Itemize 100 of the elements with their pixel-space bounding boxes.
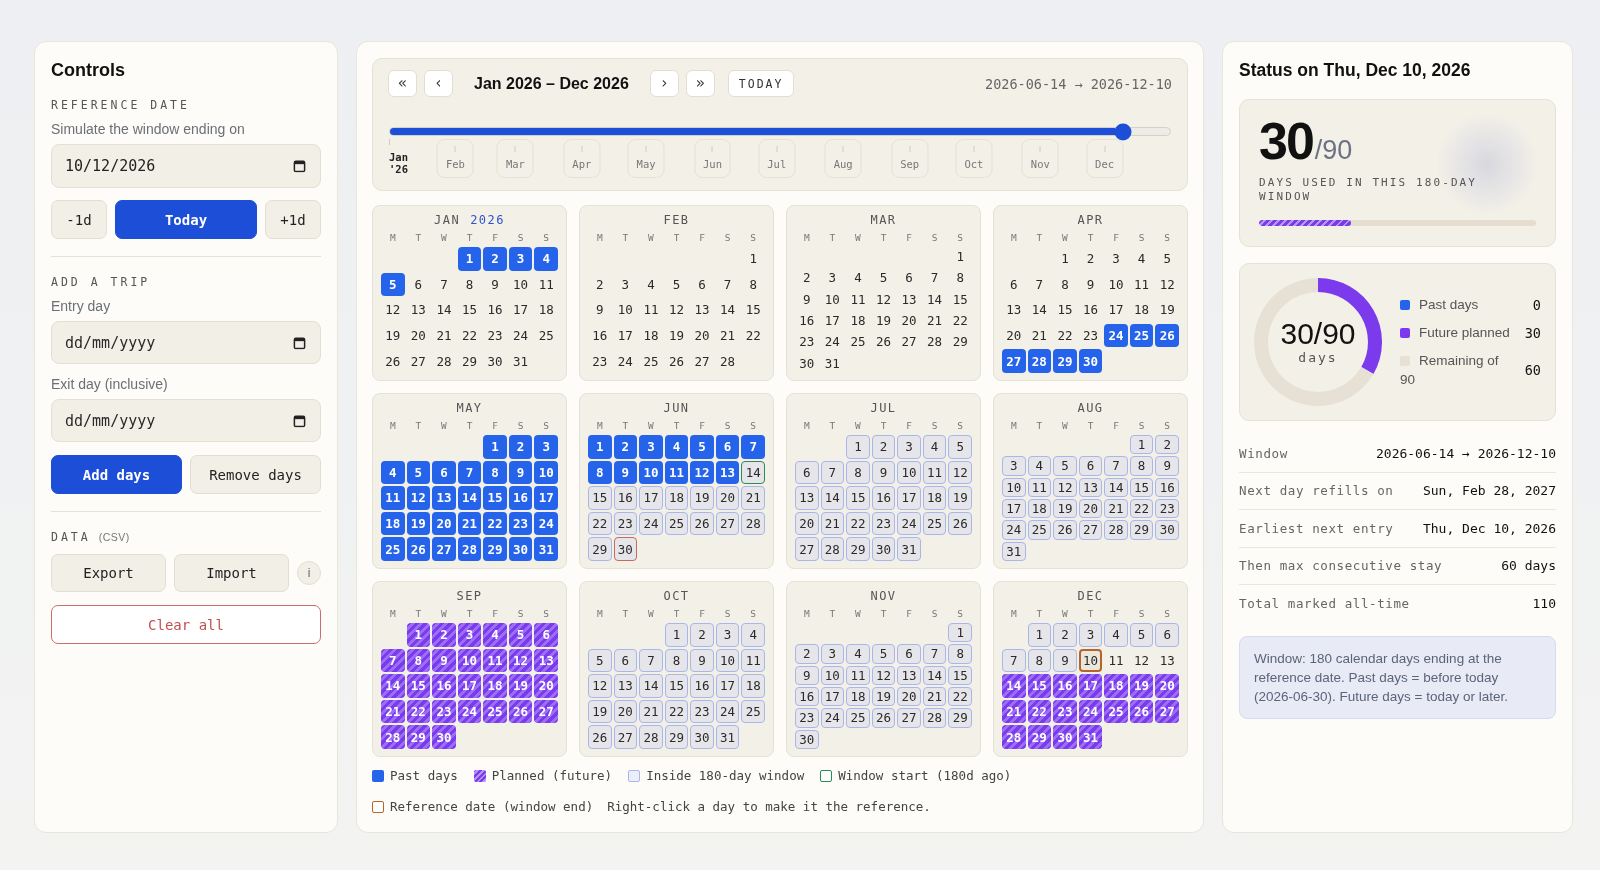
calendar-day[interactable]: 10 bbox=[534, 460, 558, 485]
calendar-day[interactable]: 15 bbox=[948, 289, 972, 309]
calendar-day[interactable]: 29 bbox=[948, 332, 972, 352]
calendar-day[interactable]: 4 bbox=[639, 272, 663, 297]
calendar-day[interactable]: 29 bbox=[846, 537, 870, 561]
calendar-day[interactable]: 20 bbox=[406, 323, 431, 348]
calendar-day[interactable]: 1 bbox=[457, 247, 482, 271]
calendar-day[interactable]: 26 bbox=[406, 537, 431, 561]
calendar-day[interactable]: 8 bbox=[406, 648, 431, 673]
calendar-day[interactable]: 21 bbox=[457, 511, 482, 536]
calendar-day[interactable]: 18 bbox=[922, 486, 947, 510]
calendar-day[interactable]: 13 bbox=[795, 486, 819, 510]
calendar-day[interactable]: 7 bbox=[1104, 456, 1128, 476]
calendar-day[interactable]: 11 bbox=[846, 665, 870, 685]
calendar-day[interactable]: 14 bbox=[1104, 477, 1128, 497]
calendar-day[interactable]: 19 bbox=[588, 699, 612, 724]
calendar-day[interactable]: 23 bbox=[690, 699, 714, 724]
calendar-day[interactable]: 27 bbox=[897, 708, 921, 728]
calendar-day[interactable]: 12 bbox=[1155, 272, 1179, 297]
calendar-day[interactable]: 25 bbox=[741, 699, 765, 724]
calendar-day[interactable]: 23 bbox=[871, 511, 896, 536]
calendar-day[interactable]: 8 bbox=[846, 460, 870, 485]
calendar-day[interactable]: 12 bbox=[690, 460, 714, 485]
calendar-day[interactable]: 11 bbox=[639, 298, 663, 322]
calendar-day[interactable]: 11 bbox=[483, 648, 507, 673]
calendar-day[interactable]: 23 bbox=[432, 699, 456, 724]
calendar-day[interactable]: 5 bbox=[1129, 623, 1154, 647]
calendar-day[interactable]: 21 bbox=[1027, 323, 1052, 348]
calendar-day[interactable]: 4 bbox=[381, 460, 405, 485]
calendar-day[interactable]: 23 bbox=[588, 349, 612, 373]
calendar-day[interactable]: 16 bbox=[795, 311, 819, 331]
plus-day-button[interactable]: +1d bbox=[265, 200, 321, 239]
calendar-day[interactable]: 25 bbox=[846, 708, 870, 728]
calendar-day[interactable]: 21 bbox=[820, 511, 845, 536]
calendar-day[interactable]: 28 bbox=[381, 725, 405, 749]
calendar-day[interactable]: 16 bbox=[1155, 477, 1179, 497]
calendar-day[interactable]: 27 bbox=[1002, 349, 1026, 373]
nav-button[interactable]: « bbox=[388, 70, 417, 97]
calendar-day[interactable]: 23 bbox=[483, 323, 507, 348]
calendar-day[interactable]: 4 bbox=[1129, 247, 1154, 271]
calendar-day[interactable]: 12 bbox=[508, 648, 533, 673]
calendar-day[interactable]: 9 bbox=[871, 460, 896, 485]
calendar-day[interactable]: 5 bbox=[1053, 456, 1077, 476]
calendar-day[interactable]: 6 bbox=[613, 648, 638, 673]
calendar-day[interactable]: 15 bbox=[1027, 674, 1052, 698]
calendar-day[interactable]: 19 bbox=[664, 323, 689, 348]
calendar-day[interactable]: 7 bbox=[922, 644, 947, 664]
calendar-day[interactable]: 17 bbox=[457, 674, 482, 698]
calendar-day[interactable]: 6 bbox=[1155, 623, 1179, 647]
calendar-day[interactable]: 19 bbox=[381, 323, 405, 348]
calendar-day[interactable]: 9 bbox=[795, 665, 819, 685]
calendar-day[interactable]: 26 bbox=[871, 708, 896, 728]
calendar-day[interactable]: 20 bbox=[897, 311, 921, 331]
calendar-day[interactable]: 28 bbox=[922, 708, 947, 728]
calendar-day[interactable]: 21 bbox=[1104, 499, 1128, 519]
calendar-day[interactable]: 27 bbox=[690, 349, 714, 373]
calendar-day[interactable]: 17 bbox=[534, 486, 558, 510]
calendar-day[interactable]: 24 bbox=[715, 699, 740, 724]
calendar-day[interactable]: 24 bbox=[1002, 520, 1026, 540]
calendar-day[interactable]: 29 bbox=[948, 708, 972, 728]
calendar-day[interactable]: 16 bbox=[690, 674, 714, 698]
calendar-day[interactable]: 20 bbox=[715, 486, 740, 510]
calendar-day[interactable]: 5 bbox=[871, 268, 896, 288]
calendar-day[interactable]: 20 bbox=[1155, 674, 1179, 698]
calendar-day[interactable]: 22 bbox=[588, 511, 612, 536]
calendar-day[interactable]: 24 bbox=[534, 511, 558, 536]
calendar-day[interactable]: 7 bbox=[922, 268, 947, 288]
calendar-day[interactable]: 14 bbox=[381, 674, 405, 698]
calendar-day[interactable]: 15 bbox=[406, 674, 431, 698]
calendar-day[interactable]: 21 bbox=[922, 687, 947, 707]
minus-day-button[interactable]: -1d bbox=[51, 200, 107, 239]
calendar-day[interactable]: 18 bbox=[639, 323, 663, 348]
calendar-day[interactable]: 5 bbox=[1155, 247, 1179, 271]
calendar-day[interactable]: 17 bbox=[715, 674, 740, 698]
calendar-day[interactable]: 19 bbox=[406, 511, 431, 536]
calendar-day[interactable]: 4 bbox=[483, 623, 507, 647]
calendar-day[interactable]: 1 bbox=[664, 623, 689, 647]
calendar-day[interactable]: 3 bbox=[1078, 623, 1103, 647]
calendar-day[interactable]: 13 bbox=[715, 460, 740, 485]
calendar-day[interactable]: 28 bbox=[1104, 520, 1128, 540]
calendar-day[interactable]: 4 bbox=[846, 644, 870, 664]
calendar-day[interactable]: 26 bbox=[1053, 520, 1077, 540]
calendar-day[interactable]: 25 bbox=[1104, 699, 1128, 724]
calendar-day[interactable]: 20 bbox=[613, 699, 638, 724]
calendar-day[interactable]: 14 bbox=[639, 674, 663, 698]
calendar-day[interactable]: 28 bbox=[820, 537, 845, 561]
calendar-day[interactable]: 25 bbox=[483, 699, 507, 724]
calendar-day[interactable]: 1 bbox=[588, 435, 612, 459]
calendar-day[interactable]: 11 bbox=[846, 289, 870, 309]
calendar-day[interactable]: 8 bbox=[1027, 648, 1052, 673]
calendar-day[interactable]: 15 bbox=[1053, 298, 1077, 322]
calendar-day[interactable]: 8 bbox=[664, 648, 689, 673]
calendar-day[interactable]: 14 bbox=[432, 298, 456, 322]
calendar-icon[interactable] bbox=[293, 336, 306, 349]
calendar-day[interactable]: 15 bbox=[1129, 477, 1154, 497]
calendar-day[interactable]: 10 bbox=[715, 648, 740, 673]
calendar-day[interactable]: 22 bbox=[846, 511, 870, 536]
calendar-day[interactable]: 1 bbox=[846, 435, 870, 459]
calendar-day[interactable]: 17 bbox=[1104, 298, 1128, 322]
calendar-day[interactable]: 6 bbox=[432, 460, 456, 485]
